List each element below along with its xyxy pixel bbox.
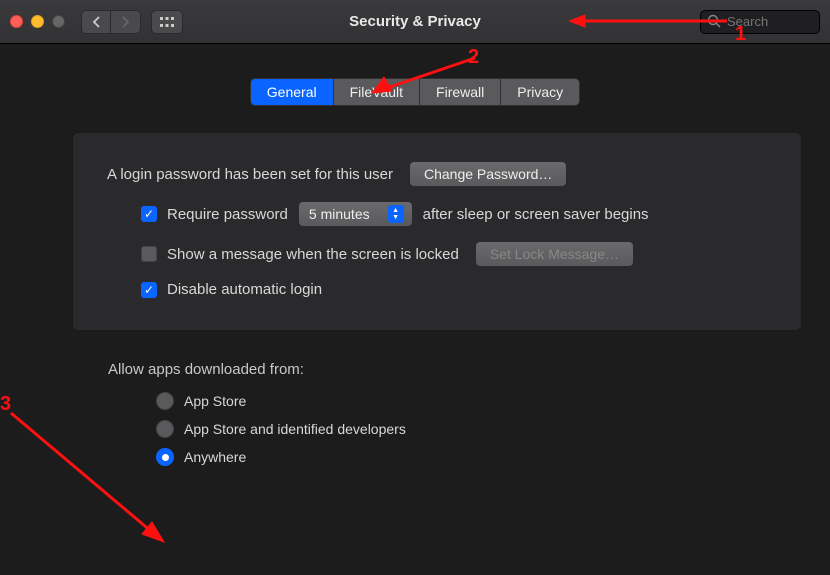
disable-auto-login-label: Disable automatic login	[167, 281, 322, 298]
radio-icon	[156, 420, 174, 438]
traffic-lights	[10, 15, 65, 28]
radio-icon	[156, 448, 174, 466]
require-delay-value: 5 minutes	[309, 206, 370, 222]
stepper-icon: ▲▼	[388, 205, 404, 223]
require-password-checkbox[interactable]: ✓	[141, 206, 157, 222]
login-password-desc: A login password has been set for this u…	[107, 166, 393, 183]
search-wrap	[700, 10, 820, 34]
zoom-window-button[interactable]	[52, 15, 65, 28]
radio-label: App Store and identified developers	[184, 421, 406, 437]
show-message-checkbox[interactable]	[141, 246, 157, 262]
radio-icon	[156, 392, 174, 410]
tab-filevault[interactable]: FileVault	[333, 78, 419, 106]
radio-app-store[interactable]: App Store	[156, 392, 830, 410]
minimize-window-button[interactable]	[31, 15, 44, 28]
general-panel: A login password has been set for this u…	[72, 132, 802, 331]
radio-anywhere[interactable]: Anywhere	[156, 448, 830, 466]
require-after-label: after sleep or screen saver begins	[423, 206, 649, 223]
change-password-button[interactable]: Change Password…	[409, 161, 567, 187]
radio-label: App Store	[184, 393, 246, 409]
require-password-label: Require password	[167, 206, 288, 223]
show-all-button[interactable]	[151, 10, 183, 34]
content: General FileVault Firewall Privacy A log…	[0, 44, 830, 466]
tabs: General FileVault Firewall Privacy	[0, 78, 830, 106]
tab-firewall[interactable]: Firewall	[419, 78, 500, 106]
nav-buttons	[81, 10, 141, 34]
close-window-button[interactable]	[10, 15, 23, 28]
window-title: Security & Privacy	[349, 13, 481, 30]
disable-auto-login-checkbox[interactable]: ✓	[141, 282, 157, 298]
search-icon	[707, 14, 721, 31]
set-lock-message-button[interactable]: Set Lock Message…	[475, 241, 634, 267]
tab-general[interactable]: General	[250, 78, 333, 106]
require-delay-select[interactable]: 5 minutes ▲▼	[298, 201, 413, 227]
check-icon: ✓	[144, 208, 154, 220]
allow-apps-label: Allow apps downloaded from:	[108, 361, 830, 378]
radio-label: Anywhere	[184, 449, 246, 465]
grid-icon	[160, 17, 174, 27]
back-button[interactable]	[81, 10, 111, 34]
tab-privacy[interactable]: Privacy	[500, 78, 580, 106]
forward-button[interactable]	[111, 10, 141, 34]
show-message-label: Show a message when the screen is locked	[167, 246, 459, 263]
check-icon: ✓	[144, 284, 154, 296]
titlebar: Security & Privacy	[0, 0, 830, 44]
radio-app-store-identified[interactable]: App Store and identified developers	[156, 420, 830, 438]
